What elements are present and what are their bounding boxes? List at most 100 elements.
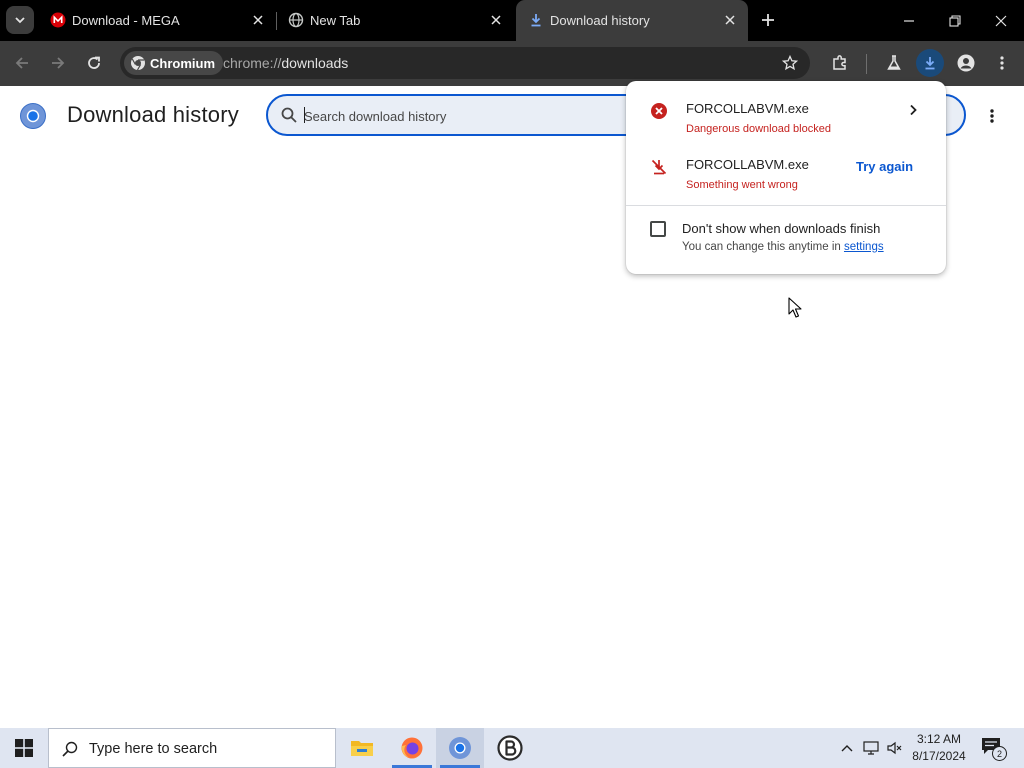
windows-logo-icon: [15, 739, 33, 757]
site-info-chip[interactable]: Chromium: [124, 51, 223, 75]
download-icon: [531, 14, 541, 27]
download-status: Dangerous download blocked: [686, 123, 831, 135]
show-hidden-icons-button[interactable]: [836, 728, 858, 768]
toolbar-divider: [866, 54, 867, 74]
reload-icon: [88, 56, 100, 69]
search-icon: [62, 741, 78, 757]
forward-button[interactable]: [44, 49, 72, 77]
reload-button[interactable]: [80, 49, 108, 77]
tab-title: New Tab: [310, 13, 361, 28]
close-tab-icon[interactable]: [250, 12, 266, 28]
settings-hint-text: You can change this anytime in: [682, 241, 844, 253]
minimize-icon: [904, 19, 914, 22]
network-button[interactable]: [860, 728, 882, 768]
windows-taskbar: Type here to search 3:12 AM 8/17/2024 2: [0, 728, 1024, 768]
browser-menu-button[interactable]: [988, 49, 1016, 77]
back-button[interactable]: [8, 49, 36, 77]
plus-icon: [762, 14, 774, 26]
chromium-icon: [449, 737, 471, 759]
star-icon: [782, 55, 798, 71]
tab-title: Download history: [550, 13, 650, 28]
taskbar-search-placeholder: Type here to search: [89, 741, 218, 757]
chevron-down-icon: [15, 17, 25, 24]
download-icon: [925, 57, 935, 70]
network-monitor-icon: [863, 741, 879, 755]
extensions-button[interactable]: [826, 49, 854, 77]
arrow-left-icon: [15, 57, 28, 69]
bookmark-star-button[interactable]: [778, 51, 802, 75]
download-filename: FORCOLLABVM.exe: [686, 101, 809, 116]
puzzle-icon: [833, 55, 846, 70]
new-tab-button[interactable]: [756, 8, 780, 32]
url-scheme: chrome://: [223, 55, 282, 71]
downloads-button[interactable]: [916, 49, 944, 77]
chip-label: Chromium: [150, 55, 215, 71]
download-status: Something went wrong: [686, 179, 798, 191]
chevron-up-icon: [841, 745, 853, 752]
arrow-right-icon: [52, 57, 65, 69]
error-circle-icon: [651, 103, 667, 119]
tab-download-history[interactable]: Download history: [516, 0, 748, 41]
browser-toolbar: Chromium chrome://downloads: [0, 41, 1024, 86]
search-icon: [281, 107, 297, 123]
taskbar-chromium[interactable]: [436, 728, 484, 768]
text-caret: [304, 107, 305, 123]
start-button[interactable]: [0, 728, 48, 768]
url-host: downloads: [281, 55, 349, 71]
url-text: chrome://downloads: [223, 55, 348, 71]
mega-icon: [50, 12, 66, 28]
checkbox-label: Don't show when downloads finish: [682, 221, 881, 236]
folder-icon: [351, 741, 373, 756]
close-icon: [995, 15, 1007, 26]
close-tab-icon[interactable]: [488, 12, 504, 28]
more-vertical-icon: [1000, 56, 1004, 70]
more-vertical-icon: [990, 109, 994, 123]
account-icon: [957, 54, 975, 72]
close-window-button[interactable]: [978, 0, 1024, 41]
settings-hint: You can change this anytime in settings: [682, 241, 884, 253]
flask-icon: [887, 55, 901, 70]
volume-button[interactable]: [884, 728, 906, 768]
profile-button[interactable]: [952, 49, 980, 77]
address-bar[interactable]: Chromium chrome://downloads: [120, 47, 810, 79]
download-item[interactable]: FORCOLLABVM.exe Dangerous download block…: [626, 93, 946, 143]
action-center-button[interactable]: 2: [980, 736, 1008, 762]
globe-icon: [288, 12, 304, 28]
minimize-button[interactable]: [886, 0, 932, 41]
page-more-button[interactable]: [980, 104, 1004, 128]
taskbar-clock[interactable]: 3:12 AM 8/17/2024: [906, 731, 972, 765]
tab-search-button[interactable]: [6, 6, 34, 34]
download-bubble: FORCOLLABVM.exe Dangerous download block…: [626, 81, 946, 274]
download-item[interactable]: FORCOLLABVM.exe Something went wrong Try…: [626, 149, 946, 199]
taskbar-file-explorer[interactable]: [338, 728, 386, 768]
chevron-right-icon[interactable]: [904, 101, 922, 119]
taskbar-app-b[interactable]: [486, 728, 534, 768]
tab-new-tab[interactable]: New Tab: [276, 0, 514, 41]
taskbar-firefox[interactable]: [388, 728, 436, 768]
circled-b-icon: [497, 735, 523, 761]
labs-button[interactable]: [880, 49, 908, 77]
clock-date: 8/17/2024: [912, 749, 966, 763]
download-filename: FORCOLLABVM.exe: [686, 157, 809, 172]
restore-icon: [949, 14, 961, 27]
settings-link[interactable]: settings: [844, 241, 884, 253]
taskbar-search-box[interactable]: Type here to search: [48, 728, 336, 768]
restore-button[interactable]: [932, 0, 978, 41]
chromium-icon: [131, 56, 145, 71]
tab-title: Download - MEGA: [72, 13, 180, 28]
try-again-button[interactable]: Try again: [852, 155, 917, 177]
firefox-icon: [401, 737, 423, 759]
search-input[interactable]: [304, 106, 604, 126]
download-failed-icon: [651, 159, 667, 175]
chromium-logo-icon: [20, 103, 46, 129]
notification-count: 2: [992, 746, 1007, 761]
close-tab-icon[interactable]: [722, 12, 738, 28]
dont-show-checkbox[interactable]: [650, 221, 666, 237]
page-title: Download history: [67, 102, 239, 127]
speaker-muted-icon: [887, 741, 902, 755]
tab-mega[interactable]: Download - MEGA: [38, 0, 276, 41]
mouse-cursor-icon: [788, 297, 802, 318]
clock-time: 3:12 AM: [916, 732, 962, 746]
tab-strip: Download - MEGA New Tab Download history: [0, 0, 1024, 41]
divider: [626, 205, 946, 206]
